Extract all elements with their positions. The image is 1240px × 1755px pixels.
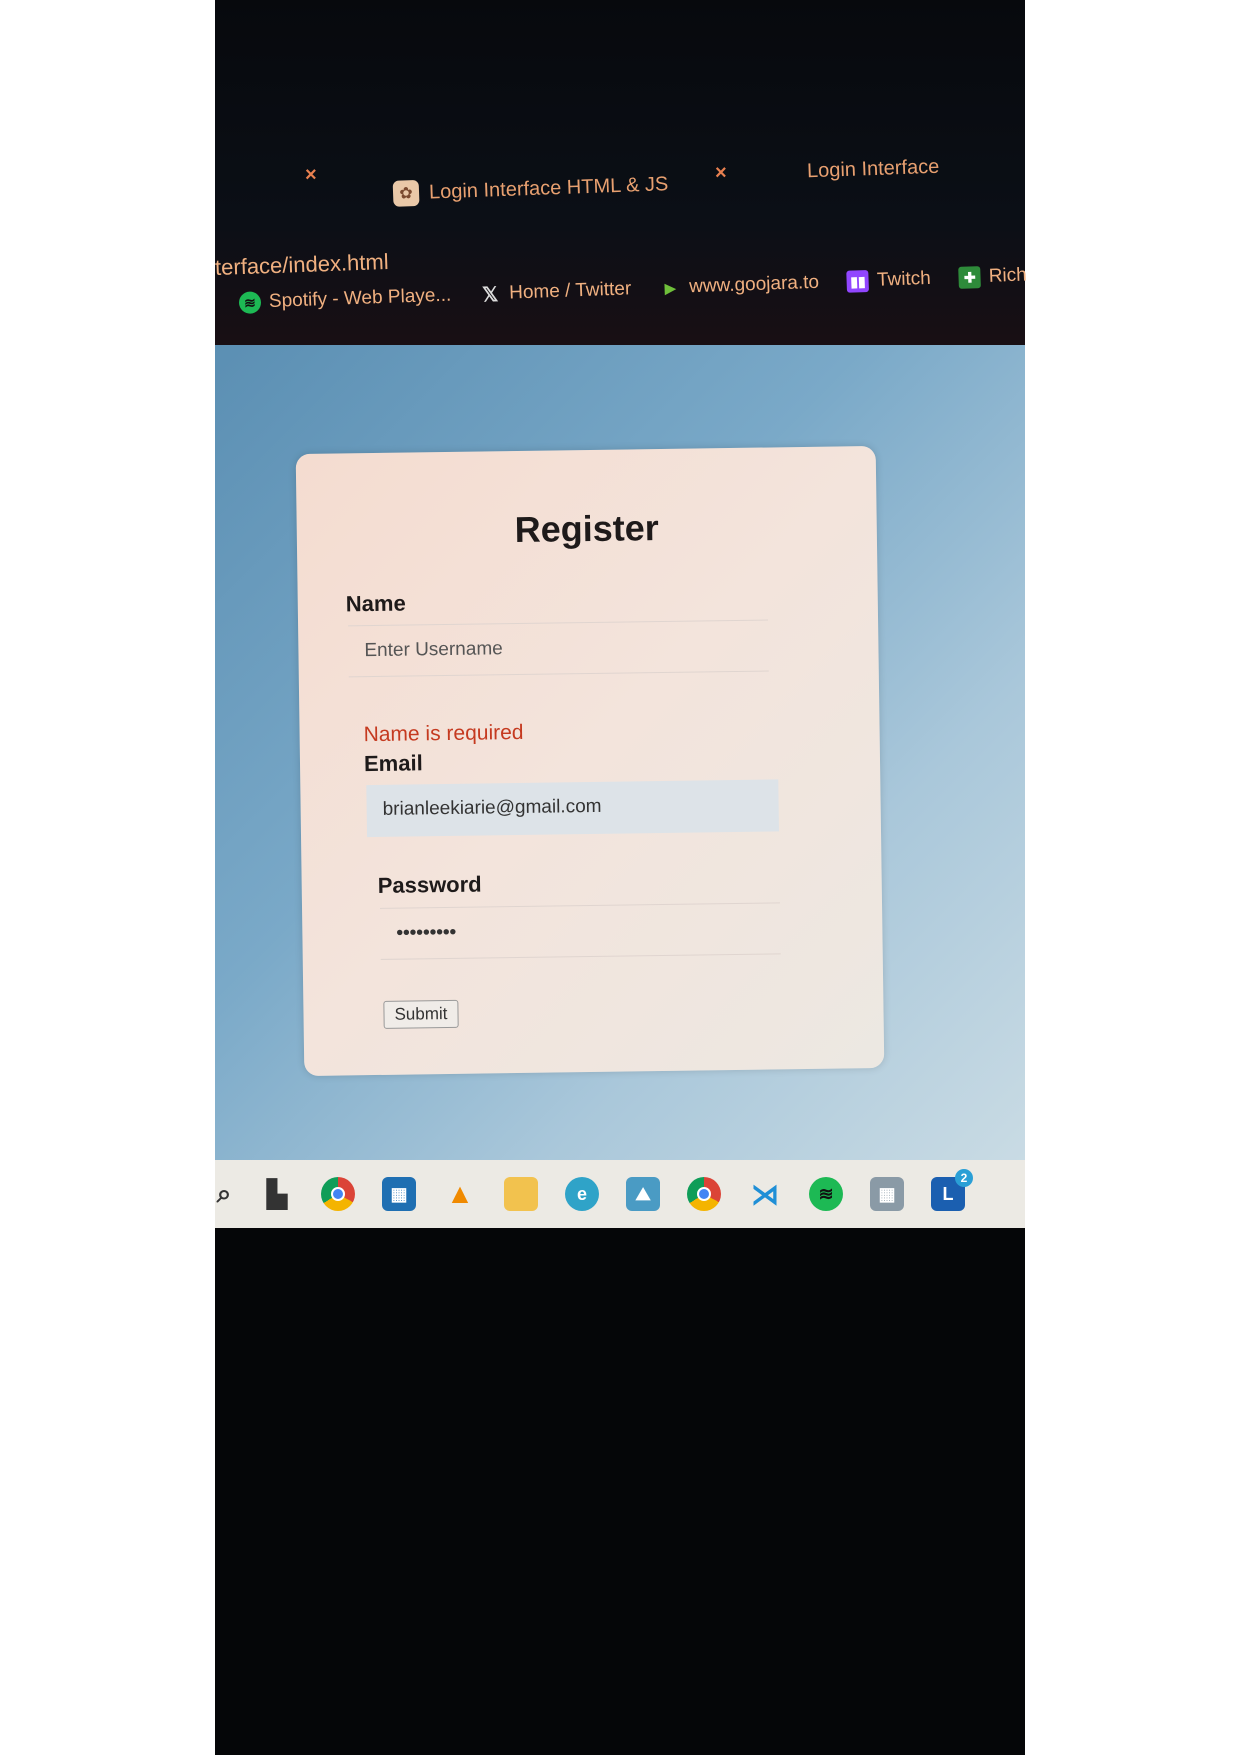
bookmark-label: Rich [988,264,1028,287]
tab-login-interface[interactable]: Login Interface [807,156,940,184]
tab-login-interface-html-js[interactable]: ✿ Login Interface HTML & JS [392,171,669,207]
bookmark-label: Twitch [876,267,932,291]
chrome-icon[interactable] [321,1177,355,1211]
tab-label: Login Interface HTML & JS [428,172,669,204]
tab-label: Login Interface [806,155,940,183]
spotify-icon[interactable]: ≋ [809,1177,843,1211]
bookmark-goojara[interactable]: ▶ www.goojara.to [659,272,820,300]
app-l-icon[interactable]: L2 [931,1169,973,1211]
form-title: Register [514,507,660,551]
password-label: Password [377,871,482,898]
email-input[interactable]: brianleekiarie@gmail.com [366,779,780,838]
close-tab-icon[interactable]: × [715,162,727,185]
vscode-icon[interactable]: ⋊ [748,1177,782,1211]
x-icon: 𝕏 [481,283,499,307]
edge-icon[interactable]: e [565,1177,599,1211]
bookmark-rich[interactable]: ✚ Rich [958,264,1028,289]
task-view-icon[interactable]: ▙ [260,1177,294,1211]
monitor-screen: × ✿ Login Interface HTML & JS × Login In… [215,0,1028,1755]
bookmark-twitter[interactable]: 𝕏 Home / Twitter [479,278,632,307]
bookmark-label: Spotify - Web Playe... [268,284,452,312]
plus-icon: ✚ [958,266,982,289]
taskbar: ⌕ ▙ ▦ ▲ e ⛰ ⋊ ≋ ▦ L2 [215,1160,1025,1228]
chatgpt-icon: ✿ [392,179,420,207]
file-explorer-icon[interactable] [504,1177,538,1211]
chrome-icon[interactable] [687,1177,721,1211]
close-tab-icon[interactable]: × [305,164,317,187]
password-input[interactable]: ••••••••• [380,902,781,960]
play-icon: ▶ [664,279,676,296]
store-icon[interactable]: ▦ [382,1177,416,1211]
submit-button[interactable]: Submit [383,999,459,1029]
name-error-message: Name is required [363,720,524,747]
browser-chrome: × ✿ Login Interface HTML & JS × Login In… [215,0,1028,360]
name-input[interactable]: Enter Username [348,619,769,678]
bookmark-spotify[interactable]: ≋ Spotify - Web Playe... [238,284,452,314]
bookmark-label: www.goojara.to [688,271,820,298]
register-form: Register Name Enter Username Name is req… [295,445,885,1077]
notification-badge: 2 [955,1169,973,1187]
spotify-icon: ≋ [238,291,262,314]
page-background: Register Name Enter Username Name is req… [215,345,1025,1160]
address-bar[interactable]: terface/index.html [215,249,389,281]
bookmark-label: Home / Twitter [508,278,632,304]
name-label: Name [345,590,406,617]
calculator-icon[interactable]: ▦ [870,1177,904,1211]
email-label: Email [363,750,423,777]
photos-icon[interactable]: ⛰ [626,1177,660,1211]
search-icon[interactable]: ⌕ [215,1177,233,1211]
twitch-icon: ▮▮ [846,270,870,293]
bookmark-twitch[interactable]: ▮▮ Twitch [846,267,932,293]
vlc-icon[interactable]: ▲ [443,1177,477,1211]
